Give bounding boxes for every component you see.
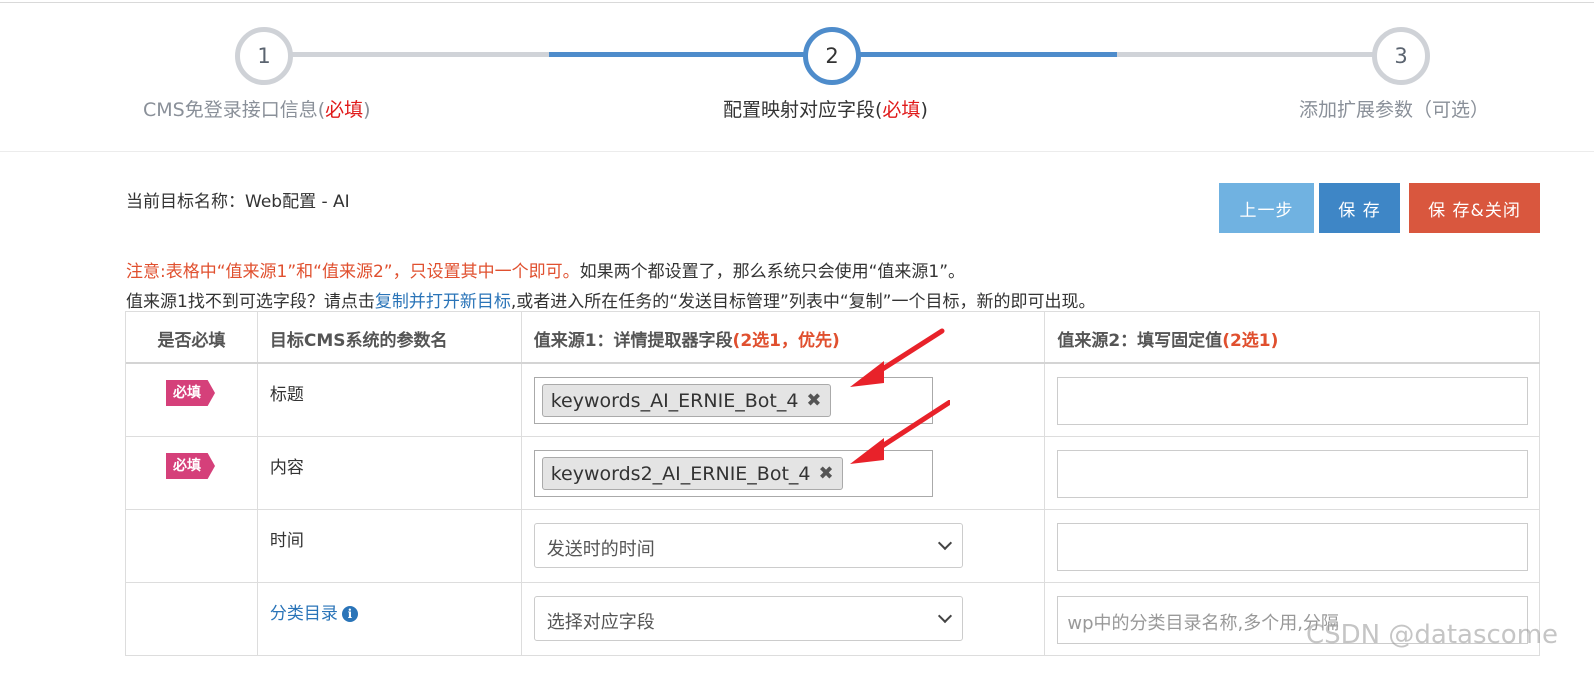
- param-name-link[interactable]: 分类目录 i: [270, 599, 358, 624]
- required-badge: 必填: [166, 453, 215, 479]
- help-text: 值来源1找不到可选字段？请点击复制并打开新目标,或者进入所在任务的“发送目标管理…: [126, 292, 1096, 312]
- source-1-select[interactable]: 发送时的时间: [533, 523, 963, 568]
- step-3-circle[interactable]: 3: [1372, 27, 1430, 85]
- step-track-1: [265, 52, 549, 57]
- remove-tag-icon[interactable]: ✖: [819, 463, 834, 484]
- save-and-close-button[interactable]: 保 存&关闭: [1409, 183, 1540, 233]
- step-track-3: [1117, 52, 1402, 57]
- selected-field-tag: keywords2_AI_ERNIE_Bot_4 ✖: [541, 457, 843, 490]
- fixed-value-input[interactable]: [1057, 523, 1529, 571]
- step-2-label: 配置映射对应字段(必填): [723, 99, 928, 121]
- prev-step-button[interactable]: 上一步: [1219, 183, 1314, 233]
- header-required: 是否必填: [126, 312, 258, 362]
- source-1-tag-select[interactable]: keywords2_AI_ERNIE_Bot_4 ✖: [533, 450, 933, 497]
- step-3-label: 添加扩展参数（可选）: [1299, 99, 1490, 121]
- notice-text: 注意:表格中“值来源1”和“值来源2”，只设置其中一个即可。如果两个都设置了，那…: [126, 262, 966, 282]
- header-source-2: 值来源2：填写固定值(2选1): [1045, 312, 1540, 362]
- step-1-circle[interactable]: 1: [235, 27, 293, 85]
- header-param-name: 目标CMS系统的参数名: [258, 312, 522, 362]
- save-button[interactable]: 保 存: [1319, 183, 1400, 233]
- field-mapping-table: 是否必填 目标CMS系统的参数名 值来源1：详情提取器字段(2选1，优先) 值来…: [125, 311, 1540, 656]
- table-row: 必填 标题 keywords_AI_ERNIE_Bot_4 ✖: [126, 364, 1540, 437]
- step-2-circle[interactable]: 2: [803, 27, 861, 85]
- chevron-down-icon: [937, 608, 952, 624]
- required-badge: 必填: [166, 380, 215, 406]
- chevron-down-icon: [937, 535, 952, 551]
- param-name: 内容: [269, 458, 304, 478]
- param-name: 标题: [269, 385, 304, 405]
- header-source-1: 值来源1：详情提取器字段(2选1，优先): [522, 312, 1046, 362]
- step-1-label: CMS免登录接口信息(必填): [143, 99, 371, 121]
- watermark: CSDN @datascome: [1306, 620, 1559, 650]
- fixed-value-input[interactable]: [1057, 377, 1529, 425]
- remove-tag-icon[interactable]: ✖: [806, 390, 821, 411]
- table-row: 必填 内容 keywords2_AI_ERNIE_Bot_4 ✖: [126, 437, 1540, 510]
- info-icon[interactable]: i: [341, 606, 358, 622]
- target-name: 当前目标名称：Web配置 - AI: [126, 192, 350, 212]
- wizard-stepper: 1 2 3 CMS免登录接口信息(必填) 配置映射对应字段(必填) 添加扩展参数…: [0, 0, 1594, 152]
- fixed-value-input[interactable]: [1057, 450, 1529, 498]
- source-1-select[interactable]: 选择对应字段: [533, 596, 963, 641]
- source-1-tag-select[interactable]: keywords_AI_ERNIE_Bot_4 ✖: [533, 377, 933, 424]
- table-row: 时间 发送时的时间: [126, 510, 1540, 583]
- param-name: 时间: [269, 531, 304, 551]
- selected-field-tag: keywords_AI_ERNIE_Bot_4 ✖: [541, 384, 831, 417]
- table-header-row: 是否必填 目标CMS系统的参数名 值来源1：详情提取器字段(2选1，优先) 值来…: [126, 312, 1540, 364]
- copy-open-target-link[interactable]: 复制并打开新目标: [375, 292, 511, 312]
